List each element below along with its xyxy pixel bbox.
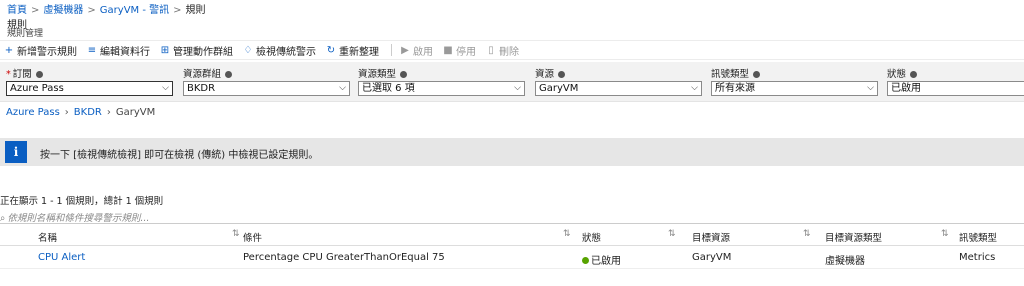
stop-icon: ■ [443,44,453,56]
breadcrumb-separator: > [31,5,40,16]
breadcrumb-virtual-machines[interactable]: 虛擬機器 [43,5,83,16]
scope-separator: › [106,107,111,118]
disable-label: 停用 [456,46,476,58]
resource-group-filter-label: 資源群組 [183,66,233,80]
sort-icon[interactable]: ⇅ [941,229,949,239]
info-icon [910,71,918,78]
breadcrumb: 首頁 > 虛擬機器 > GaryVM - 警訊 > 規則 [7,1,206,16]
chevron-down-icon: ⌵ [514,83,521,93]
play-icon: ▶ [401,44,409,56]
scope-current: GaryVM [115,107,156,118]
enabled-status-icon [582,256,589,264]
refresh-label: 重新整理 [339,46,379,58]
info-icon [35,71,43,78]
bell-icon: ♢ [243,44,253,56]
toolbar: + 新增警示規則 ≡ 編輯資料行 ⊞ 管理動作群組 ♢ 檢視傳統警示 ↻ 重新整… [0,40,1024,60]
disable-button[interactable]: ■ 停用 [443,43,476,58]
sort-icon[interactable]: ⇅ [232,229,240,239]
column-header-target-resource[interactable]: 目標資源 [692,230,730,244]
scope-resource-group-link[interactable]: BKDR [74,107,102,118]
edit-columns-button[interactable]: ≡ 編輯資料行 [87,43,150,58]
chevron-down-icon: ⌵ [867,83,874,93]
search-bar[interactable]: ⌕ 依規則名稱和條件搜尋警示規則... [0,210,1024,224]
scope-separator: › [64,107,69,118]
result-count: 正在顯示 1 - 1 個規則，總計 1 個規則 [0,196,164,207]
rule-target-resource-type: 虛擬機器 [825,256,865,267]
page-subtitle: 規則管理 [7,29,44,39]
info-banner: i 按一下 [檢視傳統檢視] 即可在檢視 (傳統) 中檢視已設定規則。 [0,138,1024,166]
breadcrumb-separator: > [173,5,182,16]
action-group-icon: ⊞ [160,44,170,56]
breadcrumb-home[interactable]: 首頁 [7,5,27,16]
row-divider [0,268,1024,269]
breadcrumb-vm-alerts[interactable]: GaryVM - 警訊 [100,5,169,16]
info-icon [400,71,408,78]
sort-icon[interactable]: ⇅ [668,229,676,239]
resource-type-select[interactable]: 已選取 6 項 ⌵ [358,81,525,96]
subscription-filter-label: * 訂閱 [6,66,43,80]
signal-type-filter-label: 訊號類型 [711,66,761,80]
edit-columns-label: 編輯資料行 [100,46,150,58]
sort-icon[interactable]: ⇅ [563,229,571,239]
info-icon [225,71,233,78]
search-icon: ⌕ [0,213,6,224]
scope-subscription-link[interactable]: Azure Pass [6,107,60,118]
chevron-down-icon: ⌵ [339,83,346,93]
status-filter-label: 狀態 [887,66,918,80]
toolbar-divider [391,44,392,56]
view-classic-alerts-button[interactable]: ♢ 檢視傳統警示 [243,43,316,58]
new-alert-rule-label: 新增警示規則 [17,46,77,58]
resource-filter-label: 資源 [535,66,566,80]
trash-icon: ▯ [488,44,494,56]
manage-action-groups-label: 管理動作群組 [173,46,233,58]
plus-icon: + [4,44,14,56]
refresh-icon: ↻ [326,44,336,56]
delete-label: 刪除 [499,46,519,58]
delete-button[interactable]: ▯ 刪除 [486,43,519,58]
new-alert-rule-button[interactable]: + 新增警示規則 [4,43,77,58]
subscription-select[interactable]: Azure Pass ⌵ [6,81,173,96]
rule-signal-type: Metrics [959,252,996,263]
column-header-status[interactable]: 狀態 [582,230,601,244]
required-marker: * [6,69,11,80]
scope-breadcrumb: Azure Pass › BKDR › GaryVM [6,107,155,118]
search-input[interactable]: 依規則名稱和條件搜尋警示規則... [7,213,149,224]
chevron-down-icon: ⌵ [162,83,169,93]
manage-action-groups-button[interactable]: ⊞ 管理動作群組 [160,43,233,58]
breadcrumb-separator: > [87,5,96,16]
enable-label: 啟用 [413,46,433,58]
rule-condition: Percentage CPU GreaterThanOrEqual 75 [243,252,445,263]
rule-target-resource: GaryVM [692,252,732,263]
refresh-button[interactable]: ↻ 重新整理 [326,43,379,58]
column-header-signal-type[interactable]: 訊號類型 [959,230,997,244]
rule-name-link[interactable]: CPU Alert [38,252,85,263]
signal-type-select[interactable]: 所有來源 ⌵ [711,81,878,96]
chevron-down-icon: ⌵ [691,83,698,93]
enable-button[interactable]: ▶ 啟用 [400,43,433,58]
resource-group-select[interactable]: BKDR ⌵ [183,81,350,96]
rule-status: 已啟用 [582,252,621,267]
columns-icon: ≡ [87,44,97,56]
info-icon: i [5,141,27,163]
resource-select[interactable]: GaryVM ⌵ [535,81,702,96]
header-divider [0,245,1024,246]
info-banner-text[interactable]: 按一下 [檢視傳統檢視] 即可在檢視 (傳統) 中檢視已設定規則。 [40,146,318,161]
breadcrumb-current: 規則 [185,5,206,16]
info-icon [753,71,761,78]
view-classic-alerts-label: 檢視傳統警示 [256,46,316,58]
info-icon [558,71,566,78]
status-select[interactable]: 已啟用 [887,81,1024,96]
column-header-name[interactable]: 名稱 [38,230,57,244]
sort-icon[interactable]: ⇅ [803,229,811,239]
column-header-condition[interactable]: 條件 [243,230,262,244]
column-header-target-resource-type[interactable]: 目標資源類型 [825,230,882,244]
filter-panel: * 訂閱 Azure Pass ⌵ 資源群組 BKDR ⌵ 資源類型 已選取 6 項 ⌵… [0,62,1024,102]
resource-type-filter-label: 資源類型 [358,66,408,80]
